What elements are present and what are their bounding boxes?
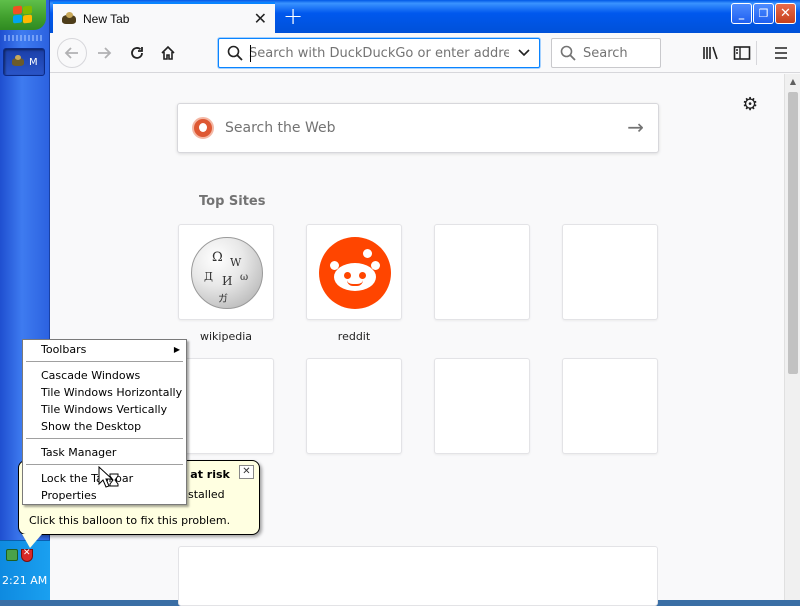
tab-new-tab[interactable]: New Tab ✕: [53, 2, 275, 33]
web-search-box[interactable]: Search the Web →: [177, 103, 659, 153]
scroll-up-arrow-icon[interactable]: ▲: [785, 74, 800, 90]
top-site-tile-reddit[interactable]: [306, 224, 402, 320]
address-bar[interactable]: [218, 38, 540, 68]
arrow-right-icon[interactable]: →: [627, 115, 644, 139]
vertical-scrollbar[interactable]: ▲: [784, 74, 800, 600]
library-icon: [703, 46, 718, 60]
home-icon: [161, 45, 175, 60]
toolbar-grip[interactable]: [4, 35, 44, 41]
highlight-card[interactable]: [178, 546, 658, 606]
top-site-label-reddit[interactable]: reddit: [306, 330, 402, 343]
web-search-placeholder: Search the Web: [225, 120, 336, 136]
top-site-tile-wikipedia[interactable]: Ω W Д И ω ガ: [178, 224, 274, 320]
restore-button[interactable]: ❐: [753, 3, 774, 24]
balloon-tail: [22, 534, 42, 548]
task-button-label: M: [29, 56, 38, 68]
sidebar-button[interactable]: [728, 39, 756, 67]
top-site-tile-empty[interactable]: [562, 358, 658, 454]
new-tab-button[interactable]: +: [283, 2, 303, 30]
menu-item-tile-horizontally[interactable]: Tile Windows Horizontally: [23, 384, 186, 401]
library-button[interactable]: [697, 39, 725, 67]
windows-logo-icon: [13, 5, 33, 24]
search-box[interactable]: Search: [551, 38, 661, 68]
close-window-button[interactable]: ✕: [775, 3, 796, 24]
balloon-message: nstalled: [181, 488, 225, 501]
top-site-label-wikipedia[interactable]: wikipedia: [178, 330, 274, 343]
top-site-tile-empty[interactable]: [178, 358, 274, 454]
top-site-tile-empty[interactable]: [434, 224, 530, 320]
close-icon[interactable]: ✕: [239, 465, 254, 479]
menu-separator: [26, 464, 183, 465]
top-site-tile-empty[interactable]: [434, 358, 530, 454]
menu-item-tile-vertically[interactable]: Tile Windows Vertically: [23, 401, 186, 418]
firefox-icon: [10, 55, 26, 69]
title-bar: New Tab ✕ + _ ❐ ✕: [50, 0, 800, 33]
sidebar-icon: [733, 46, 751, 60]
chevron-down-icon[interactable]: [517, 45, 531, 59]
back-arrow-icon: [64, 47, 78, 59]
menu-item-task-manager[interactable]: Task Manager: [23, 444, 186, 461]
menu-button[interactable]: [767, 39, 795, 67]
menu-item-label: Toolbars: [41, 343, 87, 356]
top-site-tile-empty[interactable]: [306, 358, 402, 454]
security-alert-icon[interactable]: [21, 548, 33, 562]
reload-icon: [131, 47, 143, 59]
menu-item-cascade-windows[interactable]: Cascade Windows: [23, 367, 186, 384]
top-site-tile-empty[interactable]: [562, 224, 658, 320]
mouse-cursor-busy-icon: [98, 466, 119, 488]
tab-favicon-icon: [61, 11, 77, 26]
clock[interactable]: 2:21 AM: [2, 574, 47, 587]
tab-title: New Tab: [83, 11, 130, 26]
top-sites-title: Top Sites: [199, 194, 266, 209]
system-tray: 2:21 AM: [0, 540, 50, 600]
network-icon[interactable]: [6, 549, 18, 561]
gear-icon[interactable]: ⚙: [742, 94, 758, 115]
scroll-thumb[interactable]: [788, 92, 798, 374]
minimize-button[interactable]: _: [731, 3, 752, 24]
reddit-logo-icon: [319, 237, 391, 309]
menu-separator: [26, 438, 183, 439]
start-button[interactable]: [0, 0, 46, 30]
forward-button[interactable]: [90, 39, 118, 67]
text-caret: [250, 45, 251, 62]
menu-item-show-desktop[interactable]: Show the Desktop: [23, 418, 186, 435]
home-button[interactable]: [154, 39, 182, 67]
search-icon: [560, 45, 576, 61]
menu-item-toolbars[interactable]: Toolbars ▶: [23, 341, 186, 358]
menu-separator: [26, 361, 183, 362]
close-tab-icon[interactable]: ✕: [254, 9, 267, 28]
taskbar-firefox-button[interactable]: M: [3, 48, 45, 76]
search-icon: [227, 45, 243, 61]
toolbar-divider: [756, 41, 757, 65]
search-box-label: Search: [583, 46, 628, 61]
balloon-instruction: Click this balloon to fix this problem.: [29, 514, 231, 527]
address-input[interactable]: [249, 43, 509, 63]
hamburger-menu-icon: [775, 47, 787, 59]
wikipedia-globe-icon: Ω W Д И ω ガ: [191, 237, 263, 309]
duckduckgo-logo-icon: [192, 117, 214, 139]
nav-toolbar: Search: [50, 33, 800, 73]
back-button[interactable]: [57, 38, 87, 68]
reload-button[interactable]: [123, 39, 151, 67]
forward-arrow-icon: [98, 47, 112, 59]
submenu-arrow-icon: ▶: [173, 345, 180, 354]
